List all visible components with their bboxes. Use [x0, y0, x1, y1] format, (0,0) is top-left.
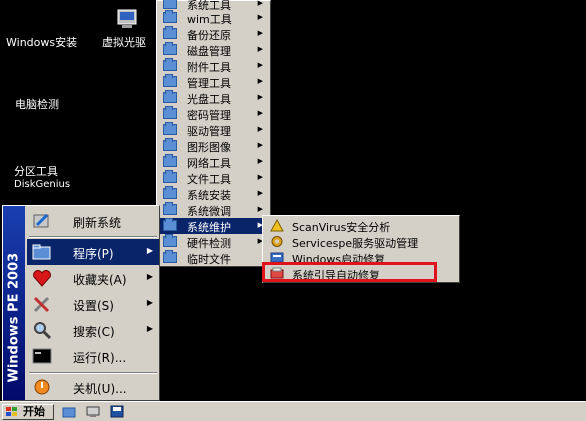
program-item-graphics[interactable]: 图形图像 ▶	[159, 138, 268, 154]
service-gear-icon	[271, 236, 283, 247]
folder-icon	[163, 10, 177, 23]
submenu-arrow-icon: ▶	[257, 0, 263, 7]
start-button[interactable]: 开始	[2, 404, 54, 420]
sidebar-title: Windows PE 2003	[6, 252, 22, 383]
program-item-disc-tools[interactable]: 光盘工具 ▶	[159, 90, 268, 106]
submenu-arrow-icon: ▶	[257, 141, 263, 149]
quicklaunch-folder-icon[interactable]	[62, 405, 76, 418]
start-item-settings[interactable]: 设置(S) ▶	[27, 291, 159, 317]
submenu-arrow-icon: ▶	[257, 61, 263, 69]
program-item-system-maintenance[interactable]: 系统维护 ▶	[159, 218, 268, 234]
program-item-temp-files[interactable]: 临时文件	[159, 250, 268, 266]
folder-icon	[163, 234, 177, 247]
windows-logo-icon	[6, 407, 18, 417]
folder-icon	[163, 138, 177, 151]
highlight-box	[262, 262, 437, 282]
folder-icon	[163, 74, 177, 87]
submenu-arrow-icon: ▶	[257, 205, 263, 213]
start-item-refresh-system[interactable]: 刷新系统	[27, 208, 159, 234]
desktop-icon-label: 电脑检测	[15, 98, 59, 111]
shutdown-icon	[34, 379, 50, 395]
program-item-password-management[interactable]: 密码管理 ▶	[159, 106, 268, 122]
start-menu: Windows PE 2003 刷新系统 程序(P) ▶ 收藏夹(A) ▶ 设置…	[2, 205, 160, 401]
submenu-arrow-icon: ▶	[257, 157, 263, 165]
desktop-icon-partition-tool[interactable]: 分区工具 DiskGenius	[14, 165, 70, 191]
folder-icon	[163, 90, 177, 103]
virtual-drive-icon	[117, 9, 137, 28]
desktop-icon-virtual-drive[interactable]: 虚拟光驱	[102, 8, 162, 54]
submenu-arrow-icon: ▶	[146, 272, 153, 281]
submenu-arrow-icon: ▶	[257, 29, 263, 37]
desktop: Windows安装 虚拟光驱 电脑检测 分区工具 DiskGenius 系统工具…	[0, 0, 586, 421]
start-item-shutdown[interactable]: 关机(U)...	[27, 374, 159, 400]
start-item-programs[interactable]: 程序(P) ▶	[27, 239, 159, 265]
folder-icon	[163, 26, 177, 39]
folder-icon	[163, 154, 177, 167]
menu-item-scanvirus[interactable]: ScanVirus安全分析	[265, 218, 457, 234]
start-item-search[interactable]: 搜索(C) ▶	[27, 317, 159, 343]
folder-icon	[163, 106, 177, 119]
submenu-arrow-icon: ▶	[146, 298, 153, 307]
program-item-admin-tools[interactable]: 管理工具 ▶	[159, 74, 268, 90]
programs-icon	[32, 244, 51, 260]
quicklaunch-save-icon[interactable]	[110, 405, 124, 418]
submenu-arrow-icon: ▶	[257, 45, 263, 53]
program-item-system-tweak[interactable]: 系统微调 ▶	[159, 202, 268, 218]
program-item-file-tools[interactable]: 文件工具 ▶	[159, 170, 268, 186]
search-magnifier-icon	[34, 322, 52, 340]
program-item-hardware-detect[interactable]: 硬件检测 ▶	[159, 234, 268, 250]
submenu-arrow-icon: ▶	[146, 324, 153, 333]
folder-icon	[163, 170, 177, 183]
program-item-backup-restore[interactable]: 备份还原 ▶	[159, 26, 268, 42]
program-item-driver-management[interactable]: 驱动管理 ▶	[159, 122, 268, 138]
taskbar: 开始	[0, 401, 586, 421]
submenu-arrow-icon: ▶	[257, 93, 263, 101]
folder-icon	[163, 250, 177, 263]
start-item-run[interactable]: 运行(R)...	[27, 343, 159, 369]
start-item-favorites[interactable]: 收藏夹(A) ▶	[27, 265, 159, 291]
folder-icon	[163, 58, 177, 71]
submenu-arrow-icon: ▶	[146, 246, 153, 255]
folder-icon	[163, 0, 177, 9]
submenu-arrow-icon: ▶	[257, 109, 263, 117]
desktop-icon-label: 虚拟光驱	[102, 36, 146, 49]
desktop-icon-label: 分区工具	[14, 165, 58, 178]
program-item-accessories[interactable]: 附件工具 ▶	[159, 58, 268, 74]
programs-submenu: 系统工具 ▶ wim工具 ▶ 备份还原 ▶ 磁盘管理 ▶ 附件工具 ▶ 管理工具 ▶ 光盘工…	[156, 0, 271, 267]
folder-icon	[163, 218, 177, 231]
start-button-label: 开始	[23, 405, 45, 418]
quicklaunch-desktop-icon[interactable]	[86, 405, 100, 418]
desktop-icon-label: Windows安装	[6, 36, 78, 49]
program-item-wim-tools[interactable]: wim工具 ▶	[159, 10, 268, 26]
run-icon	[32, 348, 52, 364]
favorites-heart-icon	[33, 270, 51, 287]
menu-separator	[29, 236, 157, 238]
refresh-icon	[33, 213, 49, 228]
desktop-icon-sublabel: DiskGenius	[14, 179, 71, 190]
folder-icon	[163, 202, 177, 215]
desktop-icon-windows-install[interactable]: Windows安装	[6, 36, 77, 49]
program-item-network-tools[interactable]: 网络工具 ▶	[159, 154, 268, 170]
submenu-arrow-icon: ▶	[257, 125, 263, 133]
program-item-disk-management[interactable]: 磁盘管理 ▶	[159, 42, 268, 58]
settings-tools-icon	[33, 296, 50, 313]
folder-icon	[163, 122, 177, 135]
scan-shield-icon	[270, 219, 284, 232]
submenu-arrow-icon: ▶	[257, 77, 263, 85]
folder-icon	[163, 186, 177, 199]
program-item-system-install[interactable]: 系统安装 ▶	[159, 186, 268, 202]
start-menu-sidebar: Windows PE 2003	[3, 206, 25, 400]
submenu-arrow-icon: ▶	[257, 173, 263, 181]
submenu-arrow-icon: ▶	[257, 189, 263, 197]
menu-item-servicespe[interactable]: Servicespe服务驱动管理	[265, 234, 457, 250]
submenu-arrow-icon: ▶	[257, 13, 263, 21]
desktop-icon-pc-check[interactable]: 电脑检测	[15, 98, 59, 111]
folder-icon	[163, 42, 177, 55]
